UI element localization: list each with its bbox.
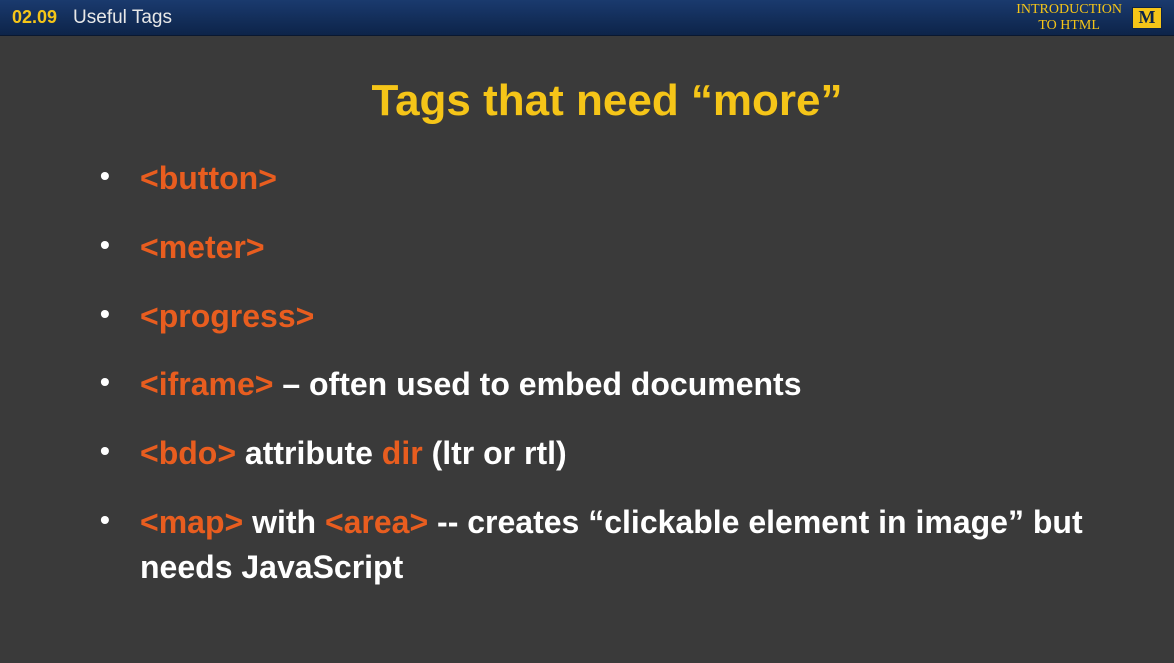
- bullet-mid: attribute: [236, 435, 382, 471]
- course-line-2: TO HTML: [1016, 18, 1122, 33]
- bullet-item: <iframe> – often used to embed documents: [100, 362, 1114, 407]
- main-title: Tags that need “more”: [100, 76, 1114, 126]
- bullet-item: <meter>: [100, 225, 1114, 270]
- tag-text: <bdo>: [140, 435, 236, 471]
- bullet-desc: (ltr or rtl): [423, 435, 567, 471]
- course-name: INTRODUCTION TO HTML: [1016, 2, 1122, 33]
- bullet-item: <progress>: [100, 294, 1114, 339]
- slide-header: 02.09 Useful Tags INTRODUCTION TO HTML M: [0, 0, 1174, 36]
- slide-content: Tags that need “more” <button> <meter> <…: [0, 36, 1174, 654]
- course-line-1: INTRODUCTION: [1016, 2, 1122, 17]
- bullet-list: <button> <meter> <progress> <iframe> – o…: [100, 156, 1114, 590]
- tag-text: <map>: [140, 504, 243, 540]
- tag-text: <progress>: [140, 298, 314, 334]
- bullet-item: <map> with <area> -- creates “clickable …: [100, 500, 1114, 590]
- bullet-item: <bdo> attribute dir (ltr or rtl): [100, 431, 1114, 476]
- bullet-desc: – often used to embed documents: [273, 366, 801, 402]
- slide-title: Useful Tags: [73, 7, 172, 29]
- header-right: INTRODUCTION TO HTML M: [1016, 2, 1162, 33]
- tag-text: <button>: [140, 160, 277, 196]
- tag-text: <iframe>: [140, 366, 273, 402]
- bullet-item: <button>: [100, 156, 1114, 201]
- tag-text: <meter>: [140, 229, 265, 265]
- umich-logo: M: [1132, 7, 1162, 29]
- bullet-mid: with: [243, 504, 325, 540]
- tag-text-2: <area>: [325, 504, 428, 540]
- attr-text: dir: [382, 435, 423, 471]
- slide-number: 02.09: [12, 7, 57, 28]
